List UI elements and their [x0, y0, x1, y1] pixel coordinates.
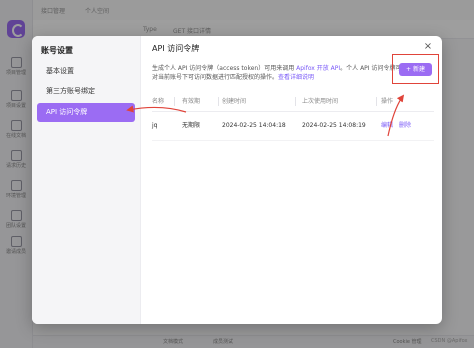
nav-item-basic[interactable]: 基本设置: [37, 62, 135, 81]
header-last-used: 上次使用时间: [302, 98, 339, 105]
header-name: 名称: [152, 98, 165, 105]
nav-title: 账号设置: [41, 46, 73, 55]
token-name: jq: [152, 122, 158, 129]
description-text: 生成个人 API 访问令牌（access token）可用来调用: [152, 65, 297, 72]
token-created: 2024-02-25 14:04:18: [222, 122, 286, 129]
header-validity: 有效期: [182, 98, 201, 105]
nav-item-third-party[interactable]: 第三方账号绑定: [37, 82, 135, 101]
nav-item-api-token[interactable]: API 访问令牌: [37, 103, 135, 122]
table-header: 名称 有效期 创建时间 上次使用时间 操作: [152, 92, 434, 112]
content-title: API 访问令牌: [152, 44, 200, 53]
delete-link[interactable]: 删除: [399, 122, 411, 129]
modal-content: API 访问令牌 × 生成个人 API 访问令牌（access token）可用…: [140, 36, 442, 324]
row-actions: 编辑 删除: [381, 112, 417, 140]
header-actions: 操作: [381, 98, 394, 105]
modal-nav: 账号设置 基本设置 第三方账号绑定 API 访问令牌: [32, 36, 141, 324]
annotation-highlight-box: [392, 54, 439, 84]
column-separator: [295, 97, 296, 106]
table-row: jq 无期限 2024-02-25 14:04:18 2024-02-25 14…: [152, 112, 434, 141]
header-created: 创建时间: [222, 98, 247, 105]
edit-link[interactable]: 编辑: [381, 122, 393, 129]
close-button[interactable]: ×: [422, 41, 434, 53]
description: 生成个人 API 访问令牌（access token）可用来调用 Apifox …: [152, 64, 402, 82]
column-separator: [376, 97, 377, 106]
account-settings-modal: 账号设置 基本设置 第三方账号绑定 API 访问令牌 API 访问令牌 × 生成…: [32, 36, 442, 324]
token-table: 名称 有效期 创建时间 上次使用时间 操作 jq 无期限 2024-02-25 …: [152, 92, 434, 141]
column-separator: [218, 97, 219, 106]
open-api-link[interactable]: Apifox 开放 API: [296, 65, 340, 72]
column-separator: [174, 97, 175, 106]
token-validity: 无期限: [182, 122, 201, 129]
details-link[interactable]: 查看详细说明: [278, 74, 314, 81]
token-last-used: 2024-02-25 14:08:19: [302, 122, 366, 129]
